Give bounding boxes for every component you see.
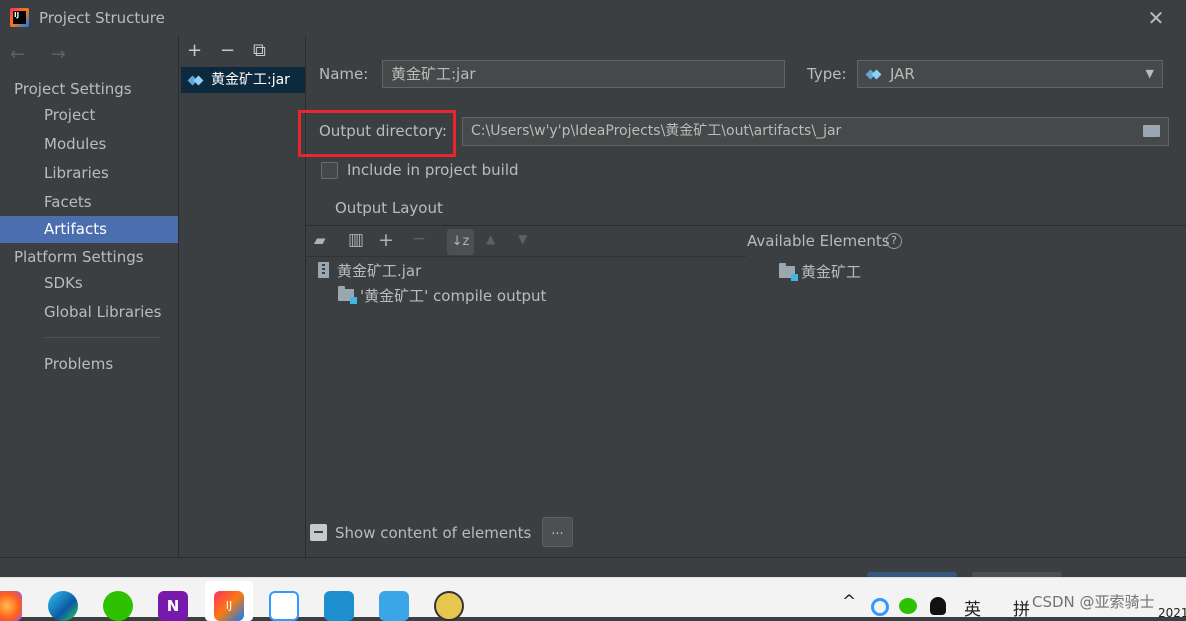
dialog-footer xyxy=(0,557,1186,578)
close-icon[interactable]: ✕ xyxy=(1146,6,1166,30)
move-up-icon[interactable]: ▲ xyxy=(486,232,495,246)
available-elements-label: Available Elements xyxy=(747,232,890,250)
sidebar-item-sdks[interactable]: SDKs xyxy=(0,270,178,297)
name-input[interactable]: 黄金矿工:jar xyxy=(382,60,785,88)
intellij-logo-icon: IJ xyxy=(10,8,29,27)
type-select[interactable]: JAR ▼ xyxy=(857,60,1163,88)
type-value: JAR xyxy=(890,65,915,83)
type-label: Type: xyxy=(807,65,847,83)
qq-tray-icon[interactable] xyxy=(930,597,946,615)
platform-settings-heading: Platform Settings xyxy=(14,248,144,266)
available-elements-panel: Available Elements ? 黄金矿工 xyxy=(746,226,1186,513)
sidebar-item-facets[interactable]: Facets xyxy=(0,189,178,216)
remove-element-icon[interactable]: − xyxy=(412,229,426,249)
artifact-name: 黄金矿工:jar xyxy=(211,72,290,88)
sidebar-item-libraries[interactable]: Libraries xyxy=(0,160,178,187)
sidebar-divider xyxy=(44,337,160,338)
remove-icon[interactable]: − xyxy=(220,40,253,61)
move-down-icon[interactable]: ▼ xyxy=(518,232,527,246)
tab-output-layout[interactable]: Output Layout xyxy=(335,199,443,217)
layout-tree: 黄金矿工.jar '黄金矿工' compile output xyxy=(306,257,746,513)
ime-english-indicator[interactable]: 英 xyxy=(964,595,981,620)
add-jar-icon[interactable]: ▥ xyxy=(348,230,364,250)
sidebar-item-global-libraries[interactable]: Global Libraries xyxy=(0,299,178,326)
sidebar-item-project[interactable]: Project xyxy=(0,102,178,129)
browse-folder-icon[interactable] xyxy=(1143,125,1160,137)
csdn-watermark: CSDN @亚索骑士 xyxy=(1032,593,1155,611)
new-directory-icon[interactable]: ▰ xyxy=(314,231,326,249)
chevron-down-icon: ▼ xyxy=(1145,67,1154,80)
title-bar: IJ Project Structure ✕ xyxy=(0,0,1186,36)
module-output-icon xyxy=(338,286,357,304)
module-folder-icon xyxy=(779,263,798,281)
tree-node-compile-output[interactable]: '黄金矿工' compile output xyxy=(360,285,546,306)
copy-icon[interactable]: ⧉ xyxy=(253,40,286,61)
show-content-checkbox[interactable] xyxy=(310,524,327,541)
project-structure-dialog: IJ Project Structure ✕ ← → Project Setti… xyxy=(0,0,1186,621)
project-settings-heading: Project Settings xyxy=(14,80,132,98)
sidebar-item-problems[interactable]: Problems xyxy=(0,351,178,378)
list-item-artifact[interactable]: 黄金矿工:jar xyxy=(181,67,305,93)
sidebar-item-modules[interactable]: Modules xyxy=(0,131,178,158)
output-directory-value: C:\Users\w'y'p\IdeaProjects\黄金矿工\out\art… xyxy=(471,123,842,139)
wechat-tray-icon[interactable] xyxy=(899,598,917,614)
back-forward-icons[interactable]: ← → xyxy=(10,44,76,65)
add-element-icon[interactable]: + xyxy=(378,229,394,251)
more-options-button[interactable]: ... xyxy=(542,517,573,547)
ime-pinyin-indicator[interactable]: 拼 xyxy=(1013,595,1030,620)
settings-sidebar: ← → Project Settings Project Modules Lib… xyxy=(0,36,178,557)
help-icon[interactable]: ? xyxy=(886,233,902,249)
sort-alphabetically-icon[interactable]: ↓z xyxy=(447,229,474,255)
jar-type-icon xyxy=(867,67,881,81)
artifact-toolbar: + − ⧉ xyxy=(187,40,286,61)
clock-fragment[interactable]: 2021 xyxy=(1158,606,1186,620)
show-content-label[interactable]: Show content of elements xyxy=(335,524,531,542)
highlight-annotation xyxy=(298,110,456,157)
name-label: Name: xyxy=(319,65,369,83)
baidu-tray-icon[interactable] xyxy=(871,598,889,616)
add-icon[interactable]: + xyxy=(187,40,220,61)
artifact-list-panel: + − ⧉ 黄金矿工:jar xyxy=(179,36,305,557)
windows-taskbar: N IJ ^ 英 拼 2021 xyxy=(0,577,1186,621)
jar-file-icon xyxy=(318,262,329,278)
tray-expand-icon[interactable]: ^ xyxy=(842,592,856,612)
jar-artifact-icon xyxy=(189,73,203,87)
include-build-checkbox[interactable] xyxy=(321,162,338,179)
output-directory-input[interactable]: C:\Users\w'y'p\IdeaProjects\黄金矿工\out\art… xyxy=(462,117,1169,146)
sidebar-item-artifacts[interactable]: Artifacts xyxy=(0,216,178,243)
window-title: Project Structure xyxy=(39,9,165,27)
include-build-label[interactable]: Include in project build xyxy=(347,161,519,179)
available-item-module[interactable]: 黄金矿工 xyxy=(801,261,861,282)
layout-toolbar: ▰ ▥ + − ↓z ▲ ▼ xyxy=(306,226,746,257)
tree-node-jar[interactable]: 黄金矿工.jar xyxy=(337,260,421,281)
